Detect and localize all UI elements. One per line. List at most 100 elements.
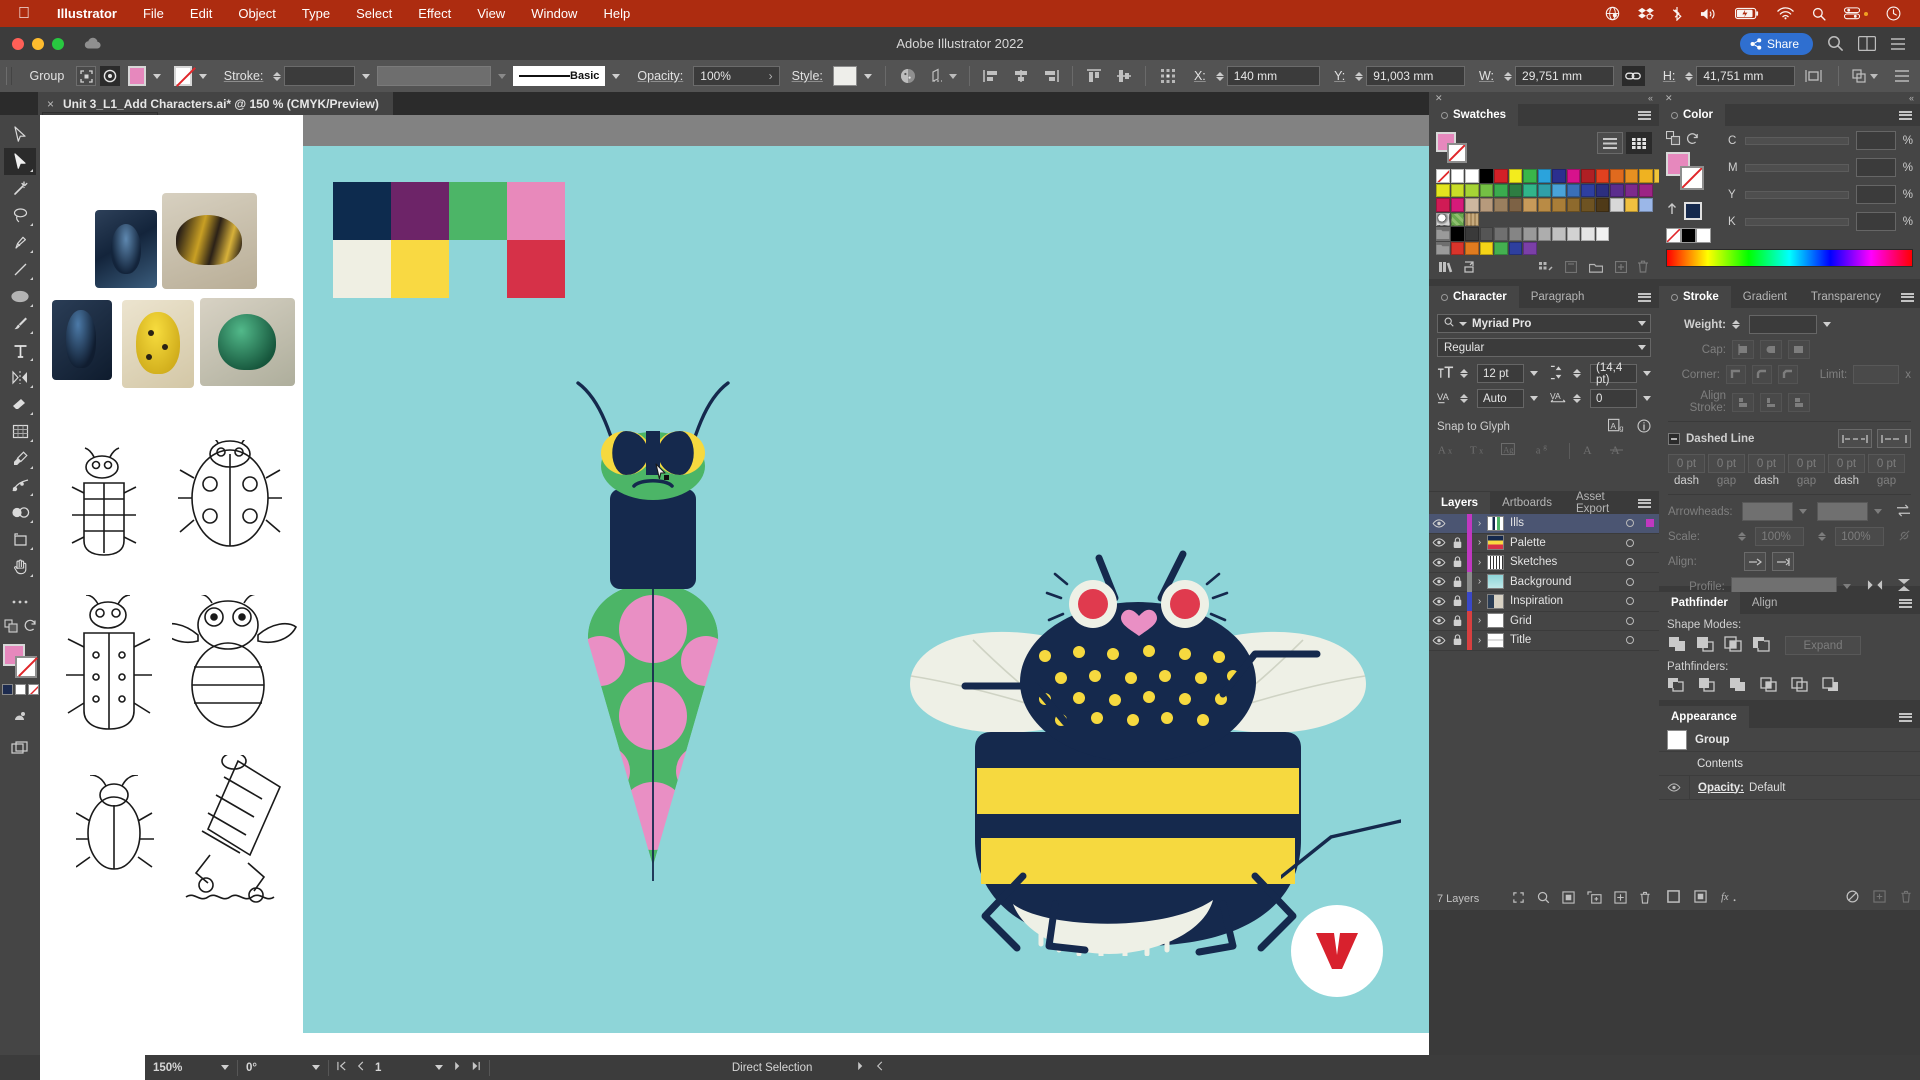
reflect-tool[interactable] [4,364,36,391]
yellow-input[interactable] [1855,185,1896,204]
reset-fill-stroke-icon[interactable] [24,619,37,637]
chevron-right-icon[interactable]: › [1472,537,1487,548]
new-color-group-icon[interactable] [1583,260,1609,278]
arrowhead-end-chevron-down-icon[interactable] [1874,509,1883,514]
stroke-panel-menu-icon[interactable] [1893,286,1920,308]
transform-panel-icon[interactable] [1845,68,1884,84]
hand-tool[interactable] [4,553,36,580]
first-page-icon[interactable] [337,1061,347,1074]
swatch-cell[interactable] [1624,198,1638,212]
align-stroke-outside-icon[interactable] [1788,392,1810,412]
gap-input-3[interactable]: 0 pt [1868,454,1905,473]
stroke-color-swatch[interactable] [173,66,192,86]
key-input[interactable] [1855,212,1896,231]
x-position-stepper[interactable] [1215,71,1224,81]
dash-input-2[interactable]: 0 pt [1748,454,1785,473]
color-mode-gradient-icon[interactable] [14,684,26,695]
screen-mode-icon[interactable] [4,703,36,730]
swatch-cell[interactable] [1465,198,1479,212]
swatches-dock-collapse-bar[interactable]: ✕ « [1429,92,1659,104]
crop-icon[interactable] [1760,677,1778,696]
rotation-chevron-down-icon[interactable] [312,1065,320,1070]
layer-name[interactable]: Inspiration [1510,595,1619,607]
chevron-right-icon[interactable]: › [1472,596,1487,607]
stroke-weight-input[interactable] [284,66,355,86]
new-swatch-icon[interactable] [1609,260,1633,278]
round-cap-icon[interactable] [1760,340,1782,359]
scale-start-input[interactable]: 100% [1755,527,1805,546]
swatches-panel-menu-icon[interactable] [1630,104,1659,126]
minimize-window-button[interactable] [32,37,44,50]
layer-target-circle-icon[interactable] [1619,577,1641,586]
artboard-chevron-down-icon[interactable] [435,1065,444,1070]
layer-target-circle-icon[interactable] [1619,597,1641,606]
arrowhead-start-chevron-down-icon[interactable] [1799,509,1808,514]
list-view-icon[interactable] [1597,132,1623,154]
glyph-preview-icon[interactable]: Ag [1607,418,1625,436]
appearance-row-group[interactable]: Group [1659,728,1920,752]
add-new-effect-icon[interactable]: fx [1721,890,1737,906]
layer-lock-icon[interactable] [1448,556,1467,568]
artboard[interactable] [303,146,1429,1055]
time-machine-icon[interactable] [1877,6,1910,21]
fill-stroke-indicator[interactable] [3,644,37,678]
control-center-icon[interactable] [1835,7,1877,20]
swatch-cell[interactable] [1465,212,1479,226]
swatch-cell[interactable] [1494,227,1508,241]
brush-chevron-down-icon[interactable] [612,73,621,79]
align-top-icon[interactable] [1079,69,1109,83]
bluetooth-icon[interactable] [1663,6,1691,21]
dashed-line-checkbox[interactable] [1668,432,1680,445]
layer-target-circle-icon[interactable] [1619,636,1641,645]
dash-input-1[interactable]: 0 pt [1668,454,1705,473]
projecting-cap-icon[interactable] [1788,340,1810,359]
leading-chevron-down-icon[interactable] [1643,371,1651,376]
palette-swatch-pink[interactable] [507,182,565,240]
opacity-input[interactable]: 100% › [693,66,780,86]
layer-visibility-eye-icon[interactable] [1429,558,1448,567]
swatch-cell[interactable] [1479,183,1493,197]
key-slider[interactable] [1745,217,1849,226]
swatch-cell[interactable] [1436,212,1450,226]
canvas-area[interactable] [40,115,1429,1055]
color-group-folder-icon[interactable] [1436,241,1450,255]
status-menu-icon[interactable] [856,1061,864,1074]
delete-item-icon[interactable] [1900,890,1912,906]
stroke-color-swatch[interactable] [1447,143,1467,163]
adjust-dashes-to-corners-icon[interactable] [1877,429,1911,448]
wifi-icon[interactable] [1768,7,1803,20]
swatch-cell[interactable] [1494,241,1508,255]
create-new-layer-icon[interactable] [1614,891,1627,907]
chevron-right-icon[interactable]: › [1472,557,1487,568]
swatch-cell[interactable] [1465,183,1479,197]
make-clipping-mask-icon[interactable] [1562,891,1575,907]
swatch-cell[interactable] [1479,198,1493,212]
clear-appearance-icon[interactable] [1846,890,1859,906]
appearance-panel-menu-icon[interactable] [1891,706,1920,728]
swatch-cell[interactable] [1552,227,1566,241]
yellow-slider[interactable] [1745,190,1849,199]
magic-wand-tool[interactable] [4,175,36,202]
more-options-icon[interactable] [1884,69,1920,83]
eye-icon[interactable] [1659,783,1689,792]
swatch-cell[interactable] [1494,183,1508,197]
menu-item-view[interactable]: View [464,6,518,21]
swatch-cell[interactable] [1610,183,1624,197]
swatch-cell[interactable] [1523,227,1537,241]
pathfinder-panel-menu-icon[interactable] [1891,592,1920,614]
delete-swatch-icon[interactable] [1633,260,1653,278]
layer-name[interactable]: Title [1510,634,1619,646]
bee-character[interactable] [903,536,1373,959]
menu-item-type[interactable]: Type [289,6,343,21]
scale-end-stepper[interactable] [1818,532,1827,541]
kerning-chevron-down-icon[interactable] [1530,396,1538,401]
layers-panel-menu-icon[interactable] [1630,492,1659,514]
chevron-right-icon[interactable]: › [1472,576,1487,587]
swatch-cell[interactable] [1523,169,1537,183]
layer-visibility-eye-icon[interactable] [1429,597,1448,606]
dash-input-3[interactable]: 0 pt [1828,454,1865,473]
type-tool[interactable] [4,337,36,364]
globe-icon[interactable] [1596,6,1629,21]
eraser-tool[interactable] [4,391,36,418]
swatch-cell[interactable] [1508,183,1522,197]
